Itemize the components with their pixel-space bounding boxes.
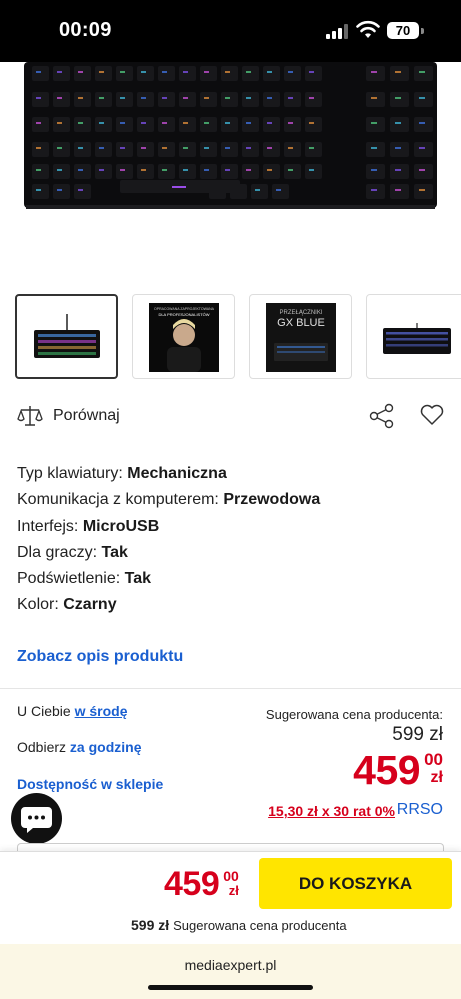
battery-indicator: 70 [387,22,419,39]
thumbnail-keyboard-angled[interactable] [366,294,461,379]
thumbnail-strip: OPRACOWANA ZAPROJEKTOWANA DLA PROFESJONA… [0,294,461,380]
current-price: 459 00 zł [353,748,443,792]
bar-price-integer: 459 [164,865,220,903]
pickup-time-link[interactable]: za godzinę [70,739,142,755]
spec-row: Kolor: Czarny [17,596,117,614]
spec-row: Komunikacja z komputerem: Przewodowa [17,491,321,509]
url-text: mediaexpert.pl [184,957,277,973]
price-cents: 00 [424,750,443,769]
clock: 00:09 [59,19,112,41]
thumbnail-switches[interactable]: PRZEŁĄCZNIKI GX BLUE [249,294,352,379]
delivery-prefix: U Ciebie [17,703,71,719]
status-bar: 00:09 70 [0,0,461,62]
compare-button[interactable]: Porównaj [17,404,120,428]
product-hero-image[interactable] [0,62,461,262]
suggested-price-label: Sugerowana cena producenta: [265,707,443,722]
browser-address-bar[interactable]: mediaexpert.pl [0,944,461,999]
bar-price-cents: 00 [223,868,239,884]
spec-row: Dla graczy: Tak [17,543,128,561]
battery-nub [421,28,424,34]
wifi-icon [356,20,380,38]
product-actions: Porównaj [0,398,461,438]
delivery-day-link[interactable]: w środę [75,703,128,719]
price-integer: 459 [353,747,421,793]
installments-link[interactable]: 15,30 zł x 30 rat 0% [268,803,395,819]
spec-row: Podświetlenie: Tak [17,570,152,588]
store-availability-link[interactable]: Dostępność w sklepie [17,776,163,792]
bar-price: 459 00 zł [164,866,239,902]
price-currency: zł [430,769,443,786]
svg-text:PRZEŁĄCZNIKI: PRZEŁĄCZNIKI [279,310,322,316]
add-to-cart-button[interactable]: DO KOSZYKA [259,858,452,909]
svg-text:OPRACOWANA ZAPROJEKTOWANA: OPRACOWANA ZAPROJEKTOWANA [154,307,215,311]
home-indicator[interactable] [148,985,313,990]
compare-label: Porównaj [53,407,120,424]
bar-suggested-price: 599 zł Sugerowana cena producenta [131,917,347,933]
divider [0,688,461,689]
cellular-signal-icon [326,23,350,39]
thumbnail-keyboard-front[interactable] [15,294,118,379]
spec-list: Typ klawiatury: Mechaniczna Komunikacja … [17,461,447,619]
delivery-info: U Ciebie w środę [17,703,128,719]
chat-button[interactable] [11,793,62,844]
sticky-cart-bar: 459 00 zł DO KOSZYKA 599 zł Sugerowana ce… [0,851,461,944]
pickup-prefix: Odbierz [17,739,67,755]
product-description-link[interactable]: Zobacz opis produktu [17,648,183,666]
share-icon[interactable] [368,402,396,430]
scales-icon [17,406,43,426]
rrso-link[interactable]: RRSO [397,801,443,819]
spec-row: Interfejs: MicroUSB [17,517,160,535]
bar-suggested-amount: 599 zł [131,917,170,933]
thumbnail-promo-person[interactable]: OPRACOWANA ZAPROJEKTOWANA DLA PROFESJONA… [132,294,235,379]
spec-row: Typ klawiatury: Mechaniczna [17,465,227,482]
heart-icon[interactable] [419,402,445,428]
keyboard-image [24,62,437,209]
suggested-price: 599 zł [392,724,443,745]
chat-bubble-icon [21,807,52,833]
pickup-info: Odbierz za godzinę [17,739,141,755]
svg-text:DLA PROFESJONALISTÓW: DLA PROFESJONALISTÓW [158,312,209,317]
bar-price-currency: zł [228,883,239,898]
bar-suggested-text: Sugerowana cena producenta [173,918,347,933]
svg-text:GX BLUE: GX BLUE [277,317,325,329]
